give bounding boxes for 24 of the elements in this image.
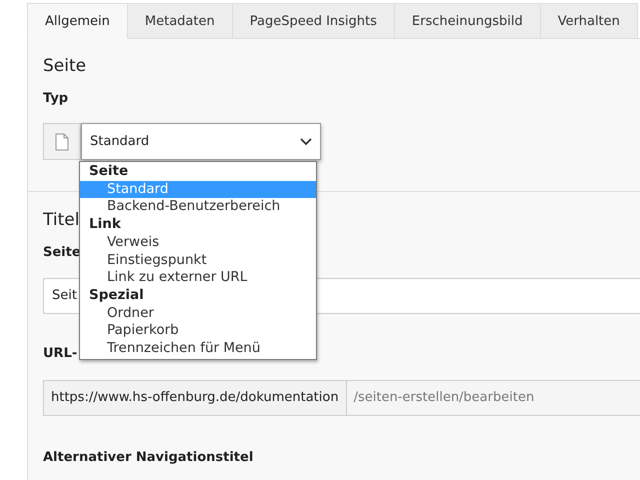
tab[interactable]: Erscheinungsbild xyxy=(394,3,541,39)
field-label: Alternativer Navigationstitel xyxy=(43,449,254,467)
option-group-label: Spezial xyxy=(88,286,145,305)
section-heading: Titel xyxy=(43,209,80,232)
field-label: Typ xyxy=(43,90,68,108)
page-type-select[interactable]: Standard xyxy=(81,123,321,160)
chevron-down-icon xyxy=(300,138,312,146)
dropdown-option[interactable]: Verweis xyxy=(80,234,316,252)
option-group-label: Seite xyxy=(88,163,130,181)
tab[interactable]: Allgemein xyxy=(27,3,128,39)
dropdown-option[interactable]: Papierkorb xyxy=(80,322,316,340)
dropdown-option[interactable]: Backend-Benutzerbereich xyxy=(80,198,316,216)
url-prefix: https://www.hs-offenburg.de/dokumentation xyxy=(43,380,347,416)
option-group-label: Link xyxy=(88,216,122,234)
url-segment-field[interactable]: /seiten-erstellen/bearbeiten xyxy=(346,380,640,416)
dropdown-option[interactable]: Trennzeichen für Menü xyxy=(80,340,316,358)
document-icon xyxy=(55,132,69,150)
dropdown-option[interactable]: Einstiegspunkt xyxy=(80,252,316,270)
tab[interactable]: Metadaten xyxy=(128,3,233,39)
tab[interactable]: PageSpeed Insights xyxy=(232,3,395,39)
field-label: Seite xyxy=(43,244,81,262)
tab[interactable]: Verhalten xyxy=(540,3,638,39)
field-label: URL- xyxy=(43,345,78,363)
section-heading: Seite xyxy=(43,55,86,78)
